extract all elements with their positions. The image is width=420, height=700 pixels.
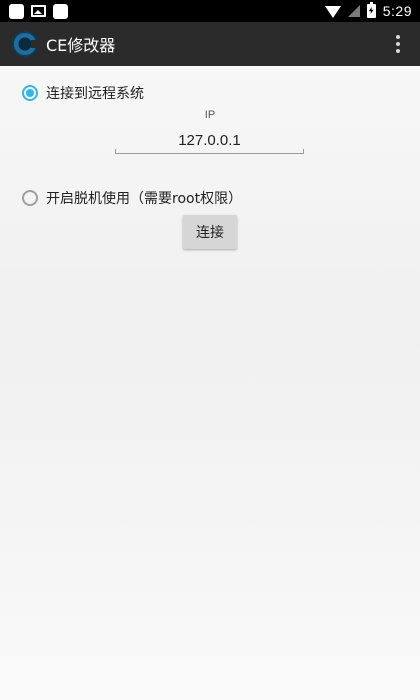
battery-charging-icon	[366, 2, 376, 18]
remote-radio-button[interactable]	[22, 85, 38, 101]
ip-input[interactable]	[115, 128, 304, 154]
input-right-tick	[303, 149, 304, 154]
notification-square-icon	[53, 3, 68, 19]
ce-logo-icon	[12, 31, 40, 57]
menu-dot	[396, 42, 400, 46]
menu-dot	[396, 49, 400, 53]
connect-button[interactable]: 连接	[183, 215, 237, 249]
overflow-menu-icon[interactable]	[394, 35, 402, 53]
signal-icon	[347, 5, 360, 17]
status-bar: 5:29	[0, 0, 420, 22]
status-time: 5:29	[382, 3, 412, 19]
app-bar: CE修改器	[0, 22, 420, 66]
app-title: CE修改器	[46, 36, 116, 55]
gallery-icon	[31, 5, 46, 17]
remote-system-option[interactable]: 连接到远程系统	[22, 83, 144, 103]
ip-label: IP	[204, 109, 216, 121]
offline-radio-button[interactable]	[22, 190, 38, 206]
remote-option-label: 连接到远程系统	[46, 86, 144, 102]
status-right-icons: 5:29	[324, 2, 412, 19]
offline-mode-option[interactable]: 开启脱机使用（需要root权限）	[22, 188, 242, 208]
notification-square-icon	[9, 3, 24, 19]
main-content: 连接到远程系统 IP 开启脱机使用（需要root权限） 连接	[0, 66, 420, 700]
wifi-icon	[324, 6, 341, 18]
input-left-tick	[115, 149, 116, 154]
status-left-icons	[9, 3, 68, 19]
menu-dot	[396, 35, 400, 39]
offline-option-label: 开启脱机使用（需要root权限）	[46, 191, 243, 207]
